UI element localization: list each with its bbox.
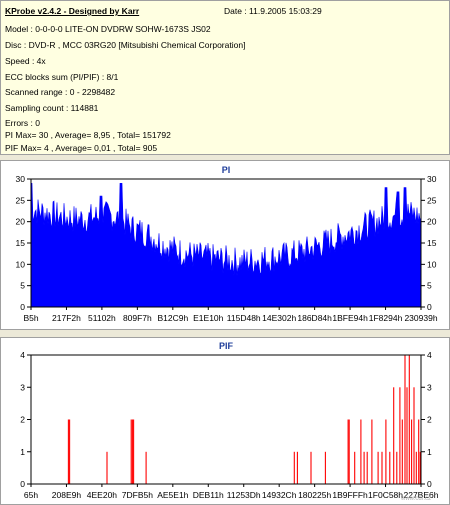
pif-xtick-label: 11253Dh — [227, 490, 261, 500]
pif-xtick-label: 1B9FFFh — [332, 490, 368, 500]
pi-chart: PI 0 0 5 5 10 10 15 15 20 20 25 25 30 30 B5h 217F2h 51102… — [16, 165, 438, 323]
pif-chart-title: PIF — [219, 341, 234, 351]
pi-xtick-label: 1F8294h — [369, 313, 403, 323]
info-scanned-range: Scanned range : 0 - 2298482 — [5, 87, 116, 97]
watermark-text: www.cdr.cz — [400, 496, 431, 502]
pi-area-series — [30, 183, 422, 308]
pi-xtick-label: 217F2h — [52, 313, 81, 323]
pi-xtick-label: 115D48h — [227, 313, 261, 323]
pi-xtick-label: 186D84h — [297, 313, 332, 323]
pif-xtick-label: 4EE20h — [87, 490, 118, 500]
pi-ytick-right-label: 20 — [427, 217, 437, 227]
pi-xtick-label: E1E10h — [193, 313, 224, 323]
info-pi-summary: PI Max= 30 , Average= 8,95 , Total= 1517… — [5, 130, 171, 140]
pif-ytick-left-label: 4 — [20, 350, 25, 360]
pi-chart-panel: PI 0 0 5 5 10 10 15 15 20 20 25 25 30 30 B5h 217F2h 51102… — [0, 160, 450, 330]
pif-ytick-right-label: 1 — [427, 447, 432, 457]
pif-xtick-label: 14932Ch — [262, 490, 297, 500]
info-sampling-count: Sampling count : 114881 — [5, 103, 99, 113]
info-disc: Disc : DVD-R , MCC 03RG20 [Mitsubishi Ch… — [5, 40, 246, 50]
pi-ytick-left-label: 30 — [16, 174, 26, 184]
pi-ytick-left-label: 0 — [20, 302, 25, 312]
pif-chart-panel: PIF 0 0 1 1 2 2 3 3 4 4 65h 208E9h 4EE20h 7DFB5h AE5E1h… — [0, 337, 450, 505]
pi-ytick-left-label: 25 — [16, 195, 26, 205]
scan-date: Date : 11.9.2005 15:03:29 — [224, 6, 322, 16]
pi-ytick-right-label: 25 — [427, 195, 437, 205]
pif-ytick-left-label: 1 — [20, 447, 25, 457]
pif-ytick-left-label: 3 — [20, 382, 25, 392]
info-errors: Errors : 0 — [5, 118, 40, 128]
pi-ytick-right-label: 10 — [427, 259, 437, 269]
pi-xtick-label: B5h — [23, 313, 38, 323]
info-speed: Speed : 4x — [5, 56, 46, 66]
pi-xtick-label: 51102h — [88, 313, 116, 323]
info-model: Model : 0-0-0-0 LITE-ON DVDRW SOHW-1673S… — [5, 24, 211, 34]
info-panel: KProbe v2.4.2 - Designed by Karr Date : … — [0, 0, 450, 155]
pi-ytick-right-label: 0 — [427, 302, 432, 312]
pi-xtick-label: B12C9h — [157, 313, 188, 323]
pi-ytick-left-label: 20 — [16, 217, 26, 227]
pif-xtick-label: 180225h — [298, 490, 331, 500]
info-ecc-blocks: ECC blocks sum (PI/PIF) : 8/1 — [5, 72, 119, 82]
pif-ytick-right-label: 0 — [427, 479, 432, 489]
pif-xtick-label: 7DFB5h — [122, 490, 153, 500]
pif-ytick-left-label: 0 — [20, 479, 25, 489]
pif-ytick-right-label: 4 — [427, 350, 432, 360]
info-pif-summary: PIF Max= 4 , Average= 0,01 , Total= 905 — [5, 143, 158, 153]
pi-xtick-label: 230939h — [404, 313, 437, 323]
pif-chart: PIF 0 0 1 1 2 2 3 3 4 4 65h 208E9h 4EE20h 7DFB5h AE5E1h… — [20, 341, 438, 502]
pif-xtick-label: 65h — [24, 490, 38, 500]
pif-xtick-label: 208E9h — [52, 490, 82, 500]
pif-xtick-label: DEB11h — [193, 490, 224, 500]
pi-chart-title: PI — [222, 165, 231, 175]
pi-ytick-right-label: 15 — [427, 238, 437, 248]
pi-ytick-right-label: 30 — [427, 174, 437, 184]
pif-ytick-right-label: 2 — [427, 415, 432, 425]
pi-ytick-right-label: 5 — [427, 281, 432, 291]
pif-ytick-right-label: 3 — [427, 382, 432, 392]
pif-xtick-label: 1F0C58h — [368, 490, 403, 500]
pi-ytick-left-label: 15 — [16, 238, 26, 248]
pi-ytick-left-label: 5 — [20, 281, 25, 291]
pi-xtick-label: 809F7h — [123, 313, 152, 323]
pif-plot-frame — [30, 354, 422, 485]
pi-xtick-label: 1BFE94h — [332, 313, 368, 323]
pif-xtick-label: AE5E1h — [157, 490, 188, 500]
pi-xtick-label: 14E302h — [262, 313, 296, 323]
app-title: KProbe v2.4.2 - Designed by Karr — [5, 6, 140, 16]
pi-ytick-left-label: 10 — [16, 259, 26, 269]
pif-ytick-left-label: 2 — [20, 415, 25, 425]
